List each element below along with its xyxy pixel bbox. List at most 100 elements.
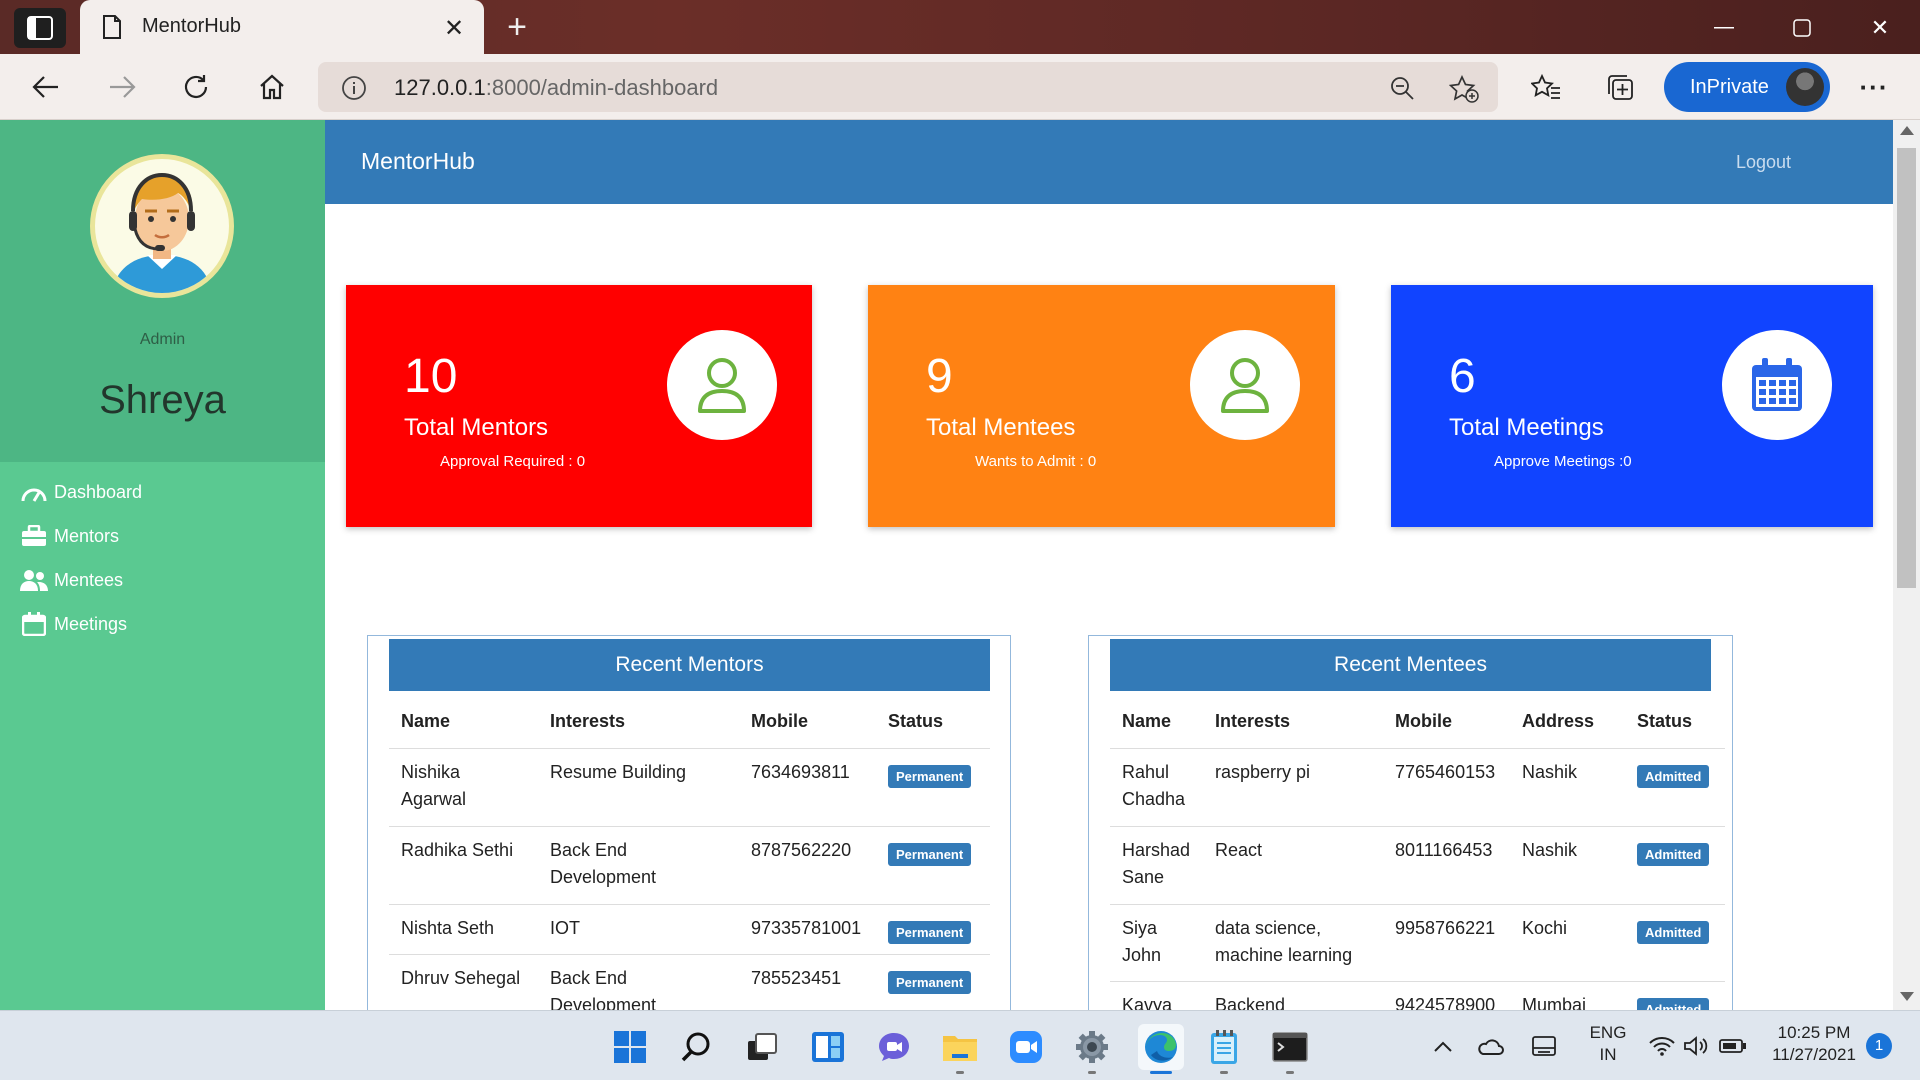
wifi-icon[interactable] bbox=[1648, 1033, 1676, 1059]
volume-icon[interactable] bbox=[1682, 1033, 1710, 1059]
table-row: Dhruv Sehegal Back End Development 785523… bbox=[389, 954, 990, 1010]
zoom-app-icon[interactable] bbox=[1006, 1027, 1046, 1067]
sidebar-item-mentors[interactable]: Mentors bbox=[20, 521, 119, 551]
more-options-icon[interactable]: ··· bbox=[1856, 70, 1892, 104]
maximize-icon[interactable] bbox=[1784, 14, 1820, 42]
browser-tab[interactable]: MentorHub ✕ bbox=[80, 0, 484, 54]
interest-line: machine learning bbox=[1215, 945, 1353, 965]
url-path: :8000/admin-dashboard bbox=[485, 75, 719, 100]
windows-start-icon[interactable] bbox=[610, 1027, 650, 1067]
notification-badge[interactable]: 1 bbox=[1866, 1033, 1892, 1059]
scroll-up-icon[interactable] bbox=[1900, 126, 1914, 135]
status-badge: Admitted bbox=[1637, 998, 1710, 1010]
tab-actions-icon[interactable] bbox=[14, 8, 66, 48]
status-badge: Admitted bbox=[1637, 921, 1710, 944]
page-icon bbox=[100, 14, 124, 40]
table-row: Harshad Sane React 8011166453 Nashik Admi… bbox=[1110, 826, 1725, 904]
cell-interests: Back End Development bbox=[550, 837, 656, 891]
interest-line: Back End bbox=[550, 968, 628, 988]
widgets-icon[interactable] bbox=[808, 1027, 848, 1067]
edge-browser-icon[interactable] bbox=[1138, 1024, 1184, 1070]
notepad-icon[interactable] bbox=[1204, 1027, 1244, 1067]
add-favorite-icon[interactable] bbox=[1448, 74, 1480, 104]
user-name: Shreya bbox=[99, 378, 226, 422]
user-avatar bbox=[90, 154, 234, 298]
card-total-mentees[interactable]: 9 Total Mentees Wants to Admit : 0 bbox=[868, 285, 1335, 527]
cell-name: Harshad Sane bbox=[1122, 837, 1190, 891]
panel-title: Recent Mentees bbox=[1110, 639, 1711, 691]
battery-icon[interactable] bbox=[1718, 1033, 1748, 1059]
sidebar-item-meetings[interactable]: Meetings bbox=[20, 609, 127, 639]
onedrive-cloud-icon[interactable] bbox=[1474, 1033, 1506, 1059]
file-explorer-icon[interactable] bbox=[940, 1027, 980, 1067]
interest-line: Development bbox=[550, 867, 657, 887]
name-line: Agarwal bbox=[401, 789, 467, 809]
clock[interactable]: 10:25 PM 11/27/2021 bbox=[1766, 1023, 1862, 1065]
card-total-meetings[interactable]: 6 Total Meetings Approve Meetings :0 bbox=[1391, 285, 1873, 527]
user-icon bbox=[667, 330, 777, 440]
users-icon bbox=[20, 568, 48, 592]
address-bar[interactable]: 127.0.0.1:8000/admin-dashboard bbox=[318, 62, 1498, 112]
forward-icon[interactable] bbox=[104, 70, 140, 104]
chat-icon[interactable] bbox=[874, 1027, 914, 1067]
interest-line: Development bbox=[550, 995, 657, 1010]
new-tab-icon[interactable]: + bbox=[500, 8, 534, 46]
cell-interests: React bbox=[1215, 840, 1263, 860]
cell-mobile: 9424578900 bbox=[1395, 995, 1496, 1010]
brand-link[interactable]: MentorHub bbox=[361, 148, 475, 175]
favorites-icon[interactable] bbox=[1528, 70, 1564, 104]
close-tab-icon[interactable]: ✕ bbox=[440, 14, 468, 42]
url-text[interactable]: 127.0.0.1:8000/admin-dashboard bbox=[394, 75, 718, 101]
home-icon[interactable] bbox=[254, 70, 290, 104]
touch-keyboard-icon[interactable] bbox=[1528, 1033, 1560, 1059]
cell-name: Nishika Agarwal bbox=[401, 759, 466, 813]
support-agent-icon bbox=[112, 172, 212, 293]
collections-icon[interactable] bbox=[1602, 70, 1638, 104]
info-icon[interactable] bbox=[340, 74, 368, 102]
inprivate-button[interactable]: InPrivate bbox=[1664, 62, 1830, 112]
scroll-down-icon[interactable] bbox=[1900, 992, 1914, 1001]
column-header: Mobile bbox=[751, 711, 808, 731]
cell-interests: data science, machine learning bbox=[1215, 915, 1352, 969]
sidebar-item-label: Meetings bbox=[54, 613, 128, 634]
refresh-icon[interactable] bbox=[178, 70, 214, 104]
task-view-icon[interactable] bbox=[742, 1027, 782, 1067]
scrollbar-thumb[interactable] bbox=[1897, 148, 1916, 588]
sidebar-item-label: Mentees bbox=[54, 569, 124, 590]
sidebar-item-mentees[interactable]: Mentees bbox=[20, 565, 123, 595]
card-total-mentors[interactable]: 10 Total Mentors Approval Required : 0 bbox=[346, 285, 812, 527]
search-icon[interactable] bbox=[676, 1027, 716, 1067]
settings-gear-icon[interactable] bbox=[1072, 1027, 1112, 1067]
close-window-icon[interactable]: ✕ bbox=[1862, 14, 1898, 42]
cell-address: Nashik bbox=[1522, 762, 1578, 782]
interest-line: data science, bbox=[1215, 918, 1322, 938]
status-badge: Permanent bbox=[888, 843, 972, 866]
url-host: 127.0.0.1 bbox=[394, 75, 486, 100]
card-sub: Approve Meetings :0 bbox=[1494, 453, 1632, 470]
page-scrollbar[interactable] bbox=[1893, 120, 1920, 1010]
clock-time: 10:25 PM bbox=[1777, 1023, 1851, 1042]
running-indicator bbox=[956, 1071, 964, 1074]
sidebar-item-dashboard[interactable]: Dashboard bbox=[20, 477, 142, 507]
calendar-icon bbox=[20, 612, 48, 636]
minimize-icon[interactable] bbox=[1706, 14, 1742, 42]
windows-taskbar: ENG IN 10:25 PM 11/27/2021 1 bbox=[0, 1010, 1920, 1080]
terminal-icon[interactable] bbox=[1270, 1027, 1310, 1067]
tab-title: MentorHub bbox=[142, 15, 241, 37]
back-icon[interactable] bbox=[28, 70, 64, 104]
recent-mentors-panel: Recent Mentors Name Interests Mobile Sta… bbox=[367, 635, 1011, 1010]
active-indicator bbox=[1150, 1071, 1172, 1074]
language-indicator[interactable]: ENG IN bbox=[1586, 1023, 1630, 1065]
logout-link[interactable]: Logout bbox=[1736, 152, 1791, 173]
table-row: Kavya Backend 9424578900 Mumbai Admitted bbox=[1110, 981, 1725, 1010]
name-line: Chadha bbox=[1122, 789, 1186, 809]
user-icon bbox=[1190, 330, 1300, 440]
show-hidden-icons-chevron-icon[interactable] bbox=[1430, 1033, 1456, 1059]
table-row: Nishta Seth IOT 97335781001 Permanent bbox=[389, 904, 990, 954]
recent-mentees-panel: Recent Mentees Name Interests Mobile Add… bbox=[1088, 635, 1733, 1010]
zoom-icon[interactable] bbox=[1388, 74, 1416, 102]
interest-line: Resume Building bbox=[550, 762, 687, 782]
name-line: Siya bbox=[1122, 918, 1158, 938]
column-header: Name bbox=[401, 711, 451, 731]
inprivate-label: InPrivate bbox=[1690, 75, 1769, 98]
